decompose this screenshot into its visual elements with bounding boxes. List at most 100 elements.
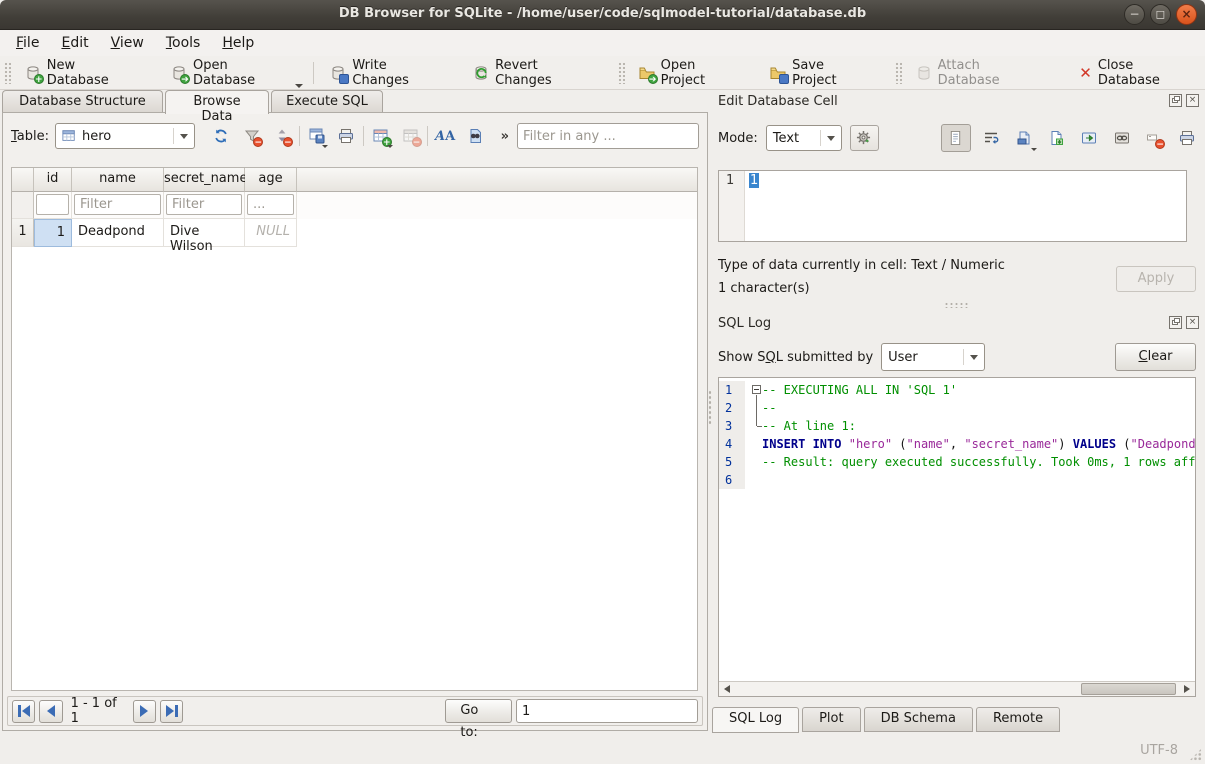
revert-changes-button[interactable]: Revert Changes xyxy=(463,54,604,92)
font-settings-button[interactable]: AA xyxy=(433,124,457,148)
refresh-button[interactable] xyxy=(209,124,233,148)
tab-database-structure[interactable]: Database Structure xyxy=(2,90,163,112)
scroll-left-button[interactable] xyxy=(719,682,735,696)
log-line[interactable]: 4INSERT INTO "hero" ("name", "secret_nam… xyxy=(719,435,1195,453)
cell-name[interactable]: Deadpond xyxy=(72,219,164,247)
sql-log-code: 1-- EXECUTING ALL IN 'SQL 1'2--3-- At li… xyxy=(719,378,1195,681)
cell-id[interactable]: 1 xyxy=(34,219,72,247)
float-panel-button[interactable] xyxy=(1169,94,1182,107)
cell-editor[interactable]: 1 1 xyxy=(718,170,1187,242)
set-null-button[interactable]: − xyxy=(1142,126,1167,150)
print-icon xyxy=(338,128,354,144)
clear-log-button[interactable]: Clear xyxy=(1115,343,1196,371)
goto-button[interactable]: Go to: xyxy=(445,699,512,723)
filter-secret-name-input[interactable] xyxy=(166,194,242,215)
last-record-button[interactable] xyxy=(160,700,183,723)
previous-record-button[interactable] xyxy=(39,700,62,723)
save-project-button[interactable]: Save Project xyxy=(760,54,879,92)
apply-button[interactable]: Apply xyxy=(1116,266,1196,292)
toolbar-drag-handle[interactable] xyxy=(895,62,902,84)
clear-filters-button[interactable]: − xyxy=(240,124,264,148)
maximize-button[interactable]: ◻ xyxy=(1150,4,1171,25)
toolbar-separator xyxy=(427,126,428,146)
mode-select[interactable]: Text xyxy=(766,125,842,151)
horizontal-scrollbar[interactable] xyxy=(719,681,1195,696)
scrollbar-thumb[interactable] xyxy=(1081,683,1176,695)
next-record-button[interactable] xyxy=(133,700,156,723)
toolbar-extension-button[interactable]: » xyxy=(501,129,509,144)
cell-age[interactable]: NULL xyxy=(245,219,297,247)
find-in-cells-button[interactable] xyxy=(463,124,487,148)
column-header-age[interactable]: age xyxy=(245,168,297,192)
tab-execute-sql[interactable]: Execute SQL xyxy=(271,90,383,112)
open-database-button[interactable]: ➔ Open Database xyxy=(161,54,299,92)
log-line[interactable]: 3-- At line 1: xyxy=(719,417,1195,435)
float-panel-button[interactable] xyxy=(1169,316,1182,329)
show-sql-select[interactable]: User xyxy=(881,343,985,371)
show-sql-select-value: User xyxy=(888,350,918,365)
cell-secret-name[interactable]: Dive Wilson xyxy=(164,219,245,247)
column-header-id[interactable]: id xyxy=(34,168,72,192)
print-button[interactable] xyxy=(334,124,358,148)
close-panel-button[interactable]: × xyxy=(1186,94,1199,107)
resize-grip[interactable] xyxy=(1189,748,1202,761)
global-filter-input[interactable] xyxy=(517,123,699,149)
attach-database-button[interactable]: Attach Database xyxy=(906,54,1052,92)
scroll-right-button[interactable] xyxy=(1179,682,1195,696)
fold-marker[interactable] xyxy=(752,385,761,394)
toolbar-drag-handle[interactable] xyxy=(618,62,625,84)
cell-editor-value[interactable]: 1 xyxy=(749,173,759,188)
auto-format-button[interactable] xyxy=(850,125,878,151)
goto-input[interactable] xyxy=(516,699,698,723)
row-header[interactable]: 1 xyxy=(12,219,34,247)
dock-tab-db-schema[interactable]: DB Schema xyxy=(864,707,973,732)
word-wrap-icon xyxy=(983,130,999,146)
log-line[interactable]: 6 xyxy=(719,471,1195,489)
toolbar-drag-handle[interactable] xyxy=(4,62,11,84)
save-results-button[interactable] xyxy=(305,124,329,148)
close-button[interactable]: × xyxy=(1176,4,1197,25)
filter-age-input[interactable] xyxy=(247,194,294,215)
sql-log-view[interactable]: 1-- EXECUTING ALL IN 'SQL 1'2--3-- At li… xyxy=(718,377,1196,697)
copy-to-cell-button[interactable] xyxy=(1077,126,1102,150)
sql-log-controls: Show SQL submitted by User Clear xyxy=(718,342,1196,372)
text-view-button[interactable] xyxy=(941,124,971,152)
open-in-external-button[interactable] xyxy=(1109,126,1134,150)
export-to-file-button[interactable] xyxy=(1044,126,1069,150)
column-header-name[interactable]: name xyxy=(72,168,164,192)
clear-sorting-button[interactable]: − xyxy=(270,124,294,148)
tab-browse-data[interactable]: Browse Data xyxy=(165,90,269,114)
log-line[interactable]: 2-- xyxy=(719,399,1195,417)
table-select[interactable]: hero xyxy=(55,123,195,149)
dock-splitter[interactable] xyxy=(944,302,970,308)
open-project-button[interactable]: ➔ Open Project xyxy=(629,54,751,92)
print-cell-button[interactable] xyxy=(1174,126,1199,150)
menu-tools[interactable]: Tools xyxy=(156,32,211,54)
filter-id-input[interactable] xyxy=(36,194,69,215)
dock-tab-sql-log[interactable]: SQL Log xyxy=(712,707,799,733)
log-line[interactable]: 5-- Result: query executed successfully.… xyxy=(719,453,1195,471)
sql-log-title: SQL Log xyxy=(718,316,771,331)
close-panel-button[interactable]: × xyxy=(1186,316,1199,329)
first-record-button[interactable] xyxy=(12,700,35,723)
open-project-icon: ➔ xyxy=(639,65,655,81)
word-wrap-button[interactable] xyxy=(979,126,1004,150)
menu-edit[interactable]: Edit xyxy=(51,32,98,54)
close-database-button[interactable]: ✕ Close Database xyxy=(1069,54,1205,92)
insert-record-button[interactable]: + xyxy=(369,124,393,148)
column-header-secret-name[interactable]: secret_name xyxy=(164,168,245,192)
menu-file[interactable]: File xyxy=(6,32,49,54)
titlebar[interactable]: DB Browser for SQLite - /home/user/code/… xyxy=(0,0,1205,30)
log-line[interactable]: 1-- EXECUTING ALL IN 'SQL 1' xyxy=(719,381,1195,399)
filter-name-input[interactable] xyxy=(74,194,161,215)
new-database-button[interactable]: + New Database xyxy=(15,54,147,92)
dock-tab-remote[interactable]: Remote xyxy=(976,707,1060,732)
menu-view[interactable]: View xyxy=(101,32,154,54)
write-changes-button[interactable]: Write Changes xyxy=(320,54,453,92)
menu-help[interactable]: Help xyxy=(212,32,264,54)
dock-tab-plot[interactable]: Plot xyxy=(802,707,861,732)
import-from-file-button[interactable] xyxy=(1012,126,1037,150)
grid-corner-header[interactable] xyxy=(12,168,34,192)
minimize-button[interactable]: − xyxy=(1124,4,1145,25)
delete-record-button[interactable]: − xyxy=(399,124,423,148)
